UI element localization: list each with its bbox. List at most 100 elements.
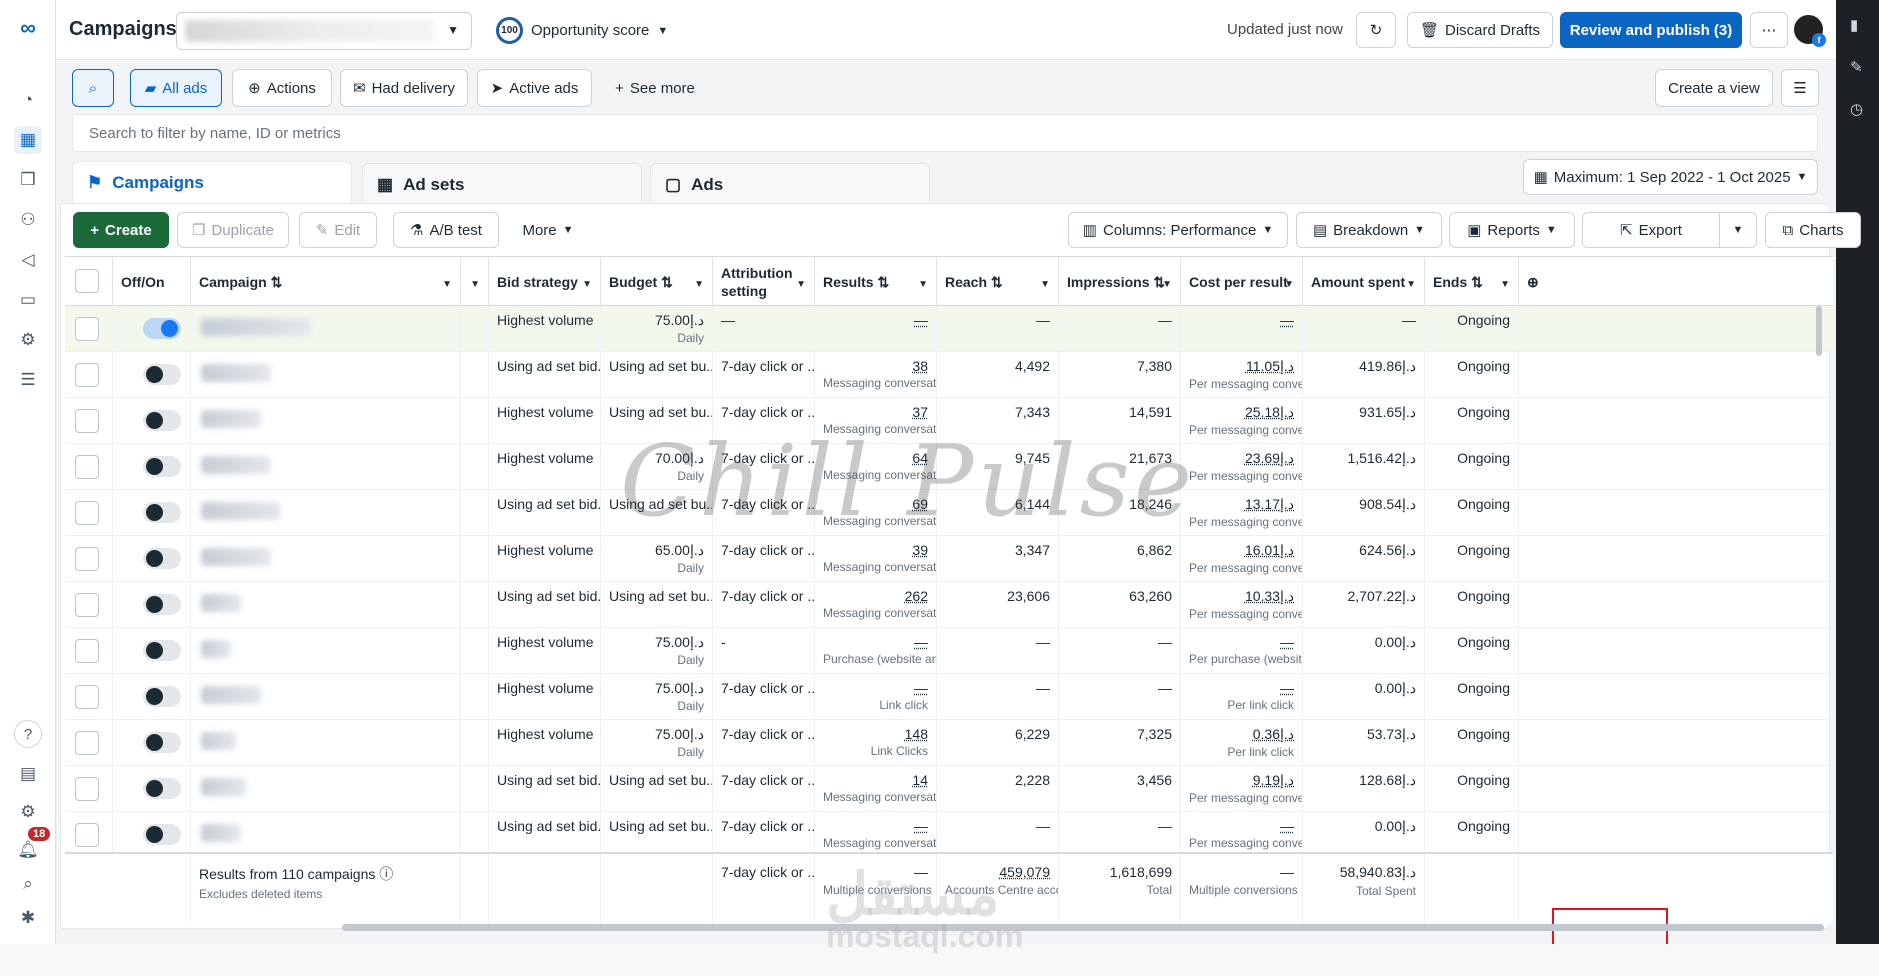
budget-cell[interactable]: Using ad set bu... [601, 582, 713, 628]
header-select-all[interactable] [65, 257, 113, 307]
ad-account-selector[interactable]: ▼ [176, 12, 472, 50]
budget-cell[interactable]: 75.00د.إ Daily [601, 720, 713, 766]
search-button[interactable]: ⌕ [72, 69, 114, 107]
campaign-toggle[interactable] [143, 686, 181, 707]
help-icon[interactable]: ? [14, 720, 42, 748]
campaign-name-cell[interactable] [191, 536, 461, 582]
table-row[interactable]: Highest volume 65.00د.إ Daily 7-day click o… [65, 536, 1833, 582]
create-view-button[interactable]: Create a view [1655, 69, 1773, 107]
billing-icon[interactable]: ▭ [14, 286, 42, 314]
bug-report-icon[interactable]: ✱ [14, 904, 42, 932]
row-checkbox[interactable] [75, 685, 99, 709]
events-icon[interactable]: ⚙ [14, 326, 42, 354]
campaign-name-cell[interactable] [191, 306, 461, 352]
horizontal-scrollbar[interactable] [342, 924, 1824, 931]
header-off-on[interactable]: Off/On [113, 257, 191, 307]
dashboard-icon[interactable]: ◔ [14, 86, 42, 114]
breakdown-button[interactable]: ▤ Breakdown ▼ [1296, 212, 1442, 248]
campaign-name-cell[interactable] [191, 674, 461, 720]
refresh-button[interactable]: ↻ [1356, 12, 1396, 48]
row-checkbox[interactable] [75, 823, 99, 847]
campaign-name-cell[interactable] [191, 766, 461, 812]
menu-icon[interactable]: ☰ [14, 366, 42, 394]
campaign-name-cell[interactable] [191, 720, 461, 766]
add-column-button[interactable]: ⊕ [1519, 257, 1547, 307]
pencil-icon[interactable]: ✎ [1850, 58, 1863, 76]
campaign-name-cell[interactable] [191, 444, 461, 490]
row-checkbox[interactable] [75, 777, 99, 801]
header-cost-per-result[interactable]: Cost per result ▼ [1181, 257, 1303, 307]
review-publish-button[interactable]: Review and publish (3) [1560, 12, 1742, 48]
campaign-name-cell[interactable] [191, 582, 461, 628]
table-row[interactable]: Highest volume Using ad set bu... 7-day cl… [65, 398, 1833, 444]
table-row[interactable]: Highest volume 75.00د.إ Daily 7-day click o… [65, 720, 1833, 766]
row-checkbox[interactable] [75, 317, 99, 341]
row-checkbox[interactable] [75, 593, 99, 617]
table-row[interactable]: Highest volume 75.00د.إ Daily - — Purchase (w… [65, 628, 1833, 674]
budget-cell[interactable]: 70.00د.إ Daily [601, 444, 713, 490]
header-ends[interactable]: Ends ⇅ ▼ [1425, 257, 1519, 307]
campaign-toggle[interactable] [143, 824, 181, 845]
info-icon[interactable]: ⓘ [379, 866, 393, 882]
opportunity-score[interactable]: 100 Opportunity score ▼ [496, 17, 668, 44]
export-button[interactable]: ⇱ Export [1582, 212, 1720, 248]
table-row[interactable]: Highest volume 75.00د.إ Daily — — — — — — Ongoing [65, 306, 1833, 352]
audience-icon[interactable]: ⚇ [14, 206, 42, 234]
ab-test-button[interactable]: ⚗ A/B test [393, 212, 499, 248]
columns-button[interactable]: ▥ Columns: Performance ▼ [1068, 212, 1288, 248]
row-checkbox[interactable] [75, 731, 99, 755]
campaign-toggle[interactable] [143, 410, 181, 431]
row-checkbox[interactable] [75, 363, 99, 387]
campaign-name-cell[interactable] [191, 352, 461, 398]
filter-active-ads[interactable]: ➤ Active ads [477, 69, 592, 107]
row-checkbox[interactable] [75, 547, 99, 571]
campaign-name-cell[interactable] [191, 628, 461, 674]
bar-chart-icon[interactable]: ▮ [1850, 16, 1858, 34]
budget-cell[interactable]: Using ad set bu... [601, 398, 713, 444]
table-row[interactable]: Highest volume 75.00د.إ Daily 7-day click o… [65, 674, 1833, 720]
campaign-toggle[interactable] [143, 456, 181, 477]
select-all-checkbox[interactable] [75, 269, 99, 293]
table-row[interactable]: Using ad set bid... Using ad set bu... 7-d… [65, 490, 1833, 536]
table-row[interactable]: Using ad set bid... Using ad set bu... 7-d… [65, 582, 1833, 628]
tab-campaigns[interactable]: ⚑ Campaigns [72, 161, 352, 203]
budget-cell[interactable]: Using ad set bu... [601, 352, 713, 398]
search-icon[interactable]: ⌕ [14, 870, 42, 898]
campaign-toggle[interactable] [143, 778, 181, 799]
notes-icon[interactable]: ▤ [14, 760, 42, 788]
book-icon[interactable]: ❒ [14, 166, 42, 194]
table-row[interactable]: Using ad set bid... Using ad set bu... 7-d… [65, 352, 1833, 398]
budget-cell[interactable]: Using ad set bu... [601, 766, 713, 812]
header-results[interactable]: Results ⇅ ▼ [815, 257, 937, 307]
filter-had-delivery[interactable]: ✉ Had delivery [340, 69, 468, 107]
campaign-toggle[interactable] [143, 318, 181, 339]
header-bid-strategy[interactable]: Bid strategy ▼ [489, 257, 601, 307]
meta-logo-icon[interactable]: ∞ [14, 14, 42, 42]
budget-cell[interactable]: 65.00د.إ Daily [601, 536, 713, 582]
campaign-toggle[interactable] [143, 594, 181, 615]
header-reach[interactable]: Reach ⇅ ▼ [937, 257, 1059, 307]
campaign-toggle[interactable] [143, 364, 181, 385]
duplicate-button[interactable]: ❐ Duplicate [177, 212, 289, 248]
create-button[interactable]: + Create [73, 212, 169, 248]
campaign-name-cell[interactable] [191, 398, 461, 444]
header-extra[interactable]: ▼ [461, 257, 489, 307]
tab-ad-sets[interactable]: ▦ Ad sets [362, 163, 642, 205]
history-icon[interactable]: ◷ [1850, 100, 1863, 118]
search-input[interactable]: Search to filter by name, ID or metrics [72, 114, 1818, 152]
campaign-toggle[interactable] [143, 640, 181, 661]
header-amount-spent[interactable]: Amount spent ▼ [1303, 257, 1425, 307]
campaign-toggle[interactable] [143, 502, 181, 523]
edit-button[interactable]: ✎ Edit [299, 212, 377, 248]
campaign-toggle[interactable] [143, 732, 181, 753]
header-budget[interactable]: Budget ⇅ ▼ [601, 257, 713, 307]
campaign-toggle[interactable] [143, 548, 181, 569]
filter-actions[interactable]: ⊕ Actions [232, 69, 332, 107]
budget-cell[interactable]: 75.00د.إ Daily [601, 674, 713, 720]
header-campaign[interactable]: Campaign ⇅ ▼ [191, 257, 461, 307]
header-impressions[interactable]: Impressions ⇅ ▼ [1059, 257, 1181, 307]
table-row[interactable]: Using ad set bid... Using ad set bu... 7-d… [65, 766, 1833, 812]
campaign-name-cell[interactable] [191, 490, 461, 536]
charts-button[interactable]: ⧉ Charts [1765, 212, 1861, 248]
row-checkbox[interactable] [75, 455, 99, 479]
